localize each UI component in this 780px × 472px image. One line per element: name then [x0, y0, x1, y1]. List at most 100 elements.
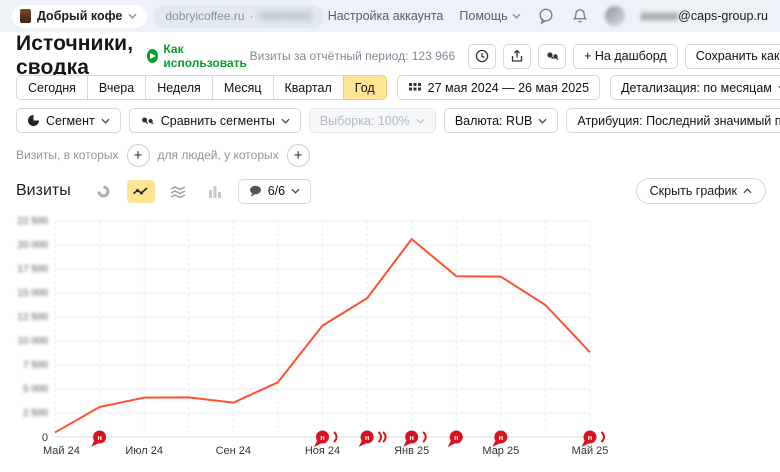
- coffee-logo-icon: [20, 9, 31, 23]
- svg-text:Май 24: Май 24: [43, 445, 80, 457]
- chevron-down-icon: [281, 118, 290, 124]
- detalization-dropdown[interactable]: Детализация: по месяцам: [610, 75, 780, 100]
- svg-text:Сен 24: Сен 24: [216, 445, 251, 457]
- sampling-dropdown: Выборка: 100%: [309, 108, 436, 133]
- svg-text:17 500: 17 500: [17, 264, 48, 275]
- svg-text:5 000: 5 000: [23, 384, 48, 395]
- user-email-masked: xxxxxx: [641, 9, 679, 23]
- comment-icon: [249, 185, 262, 197]
- compare-segments-dropdown[interactable]: Сравнить сегменты: [129, 108, 301, 133]
- svg-text:н: н: [454, 433, 459, 442]
- yandex-metrica-page: Добрый кофе dobryicoffee.ru · 00000000 Н…: [0, 0, 780, 472]
- header-actions: Визиты за отчётный период: 123 966 + На …: [250, 44, 780, 69]
- chevron-down-icon: [291, 188, 300, 194]
- columns-chart-icon: [208, 185, 222, 198]
- user-email[interactable]: xxxxxx @caps-group.ru: [641, 9, 768, 23]
- line-chart-icon: [132, 185, 149, 197]
- export-button[interactable]: [503, 44, 531, 69]
- add-user-condition-button[interactable]: +: [287, 144, 310, 167]
- chat-icon[interactable]: [537, 7, 555, 25]
- counter-domain: dobryicoffee.ru: [165, 9, 244, 23]
- history-button[interactable]: [468, 44, 496, 69]
- svg-text:22 500: 22 500: [17, 216, 48, 227]
- attribution-dropdown[interactable]: Атрибуция: Последний значимый переход кд: [566, 108, 780, 133]
- counter-switcher[interactable]: Добрый кофе: [12, 5, 147, 28]
- user-avatar[interactable]: [605, 6, 625, 26]
- counter-id-masked: 00000000: [259, 9, 312, 23]
- segment-builder-row: Визиты, в которых + для людей, у которых…: [16, 143, 766, 167]
- add-visit-condition-button[interactable]: +: [127, 144, 150, 167]
- chevron-up-icon: [743, 188, 752, 194]
- period-segmented-control: Сегодня Вчера Неделя Месяц Квартал Год: [16, 75, 387, 100]
- account-settings-link[interactable]: Настройка аккаунта: [328, 9, 444, 23]
- bell-icon[interactable]: [571, 7, 589, 25]
- annotation-marker: н: [448, 431, 463, 448]
- add-to-dashboard-button[interactable]: + На дашборд: [573, 44, 678, 69]
- period-quarter[interactable]: Квартал: [273, 75, 344, 100]
- visits-line-chart[interactable]: 2 500 5 000 7 500 10 000 12 500 15 000 17 500 2…: [0, 200, 780, 472]
- segment-row: Сегмент Сравнить сегменты Выборка: 100% …: [16, 108, 766, 133]
- report-header: Источники, сводка Как использовать Визит…: [16, 42, 766, 70]
- date-range-button[interactable]: 27 мая 2024 — 26 мая 2025: [397, 75, 600, 100]
- chevron-down-icon: [416, 118, 425, 124]
- metric-title: Визиты: [16, 182, 71, 200]
- annotation-marker: н: [359, 431, 386, 448]
- period-today[interactable]: Сегодня: [16, 75, 88, 100]
- calendar-icon: [408, 81, 422, 94]
- visits-condition-label: Визиты, в которых: [16, 148, 119, 162]
- svg-text:15 000: 15 000: [17, 288, 48, 299]
- svg-text:12 500: 12 500: [17, 312, 48, 323]
- svg-text:10 000: 10 000: [17, 336, 48, 347]
- svg-text:н: н: [365, 433, 370, 442]
- pie-segment-icon: [27, 114, 40, 127]
- chevron-down-icon: [538, 118, 547, 124]
- svg-text:2 500: 2 500: [23, 408, 48, 419]
- svg-text:н: н: [499, 433, 504, 442]
- annotation-marker: н: [91, 431, 106, 448]
- svg-text:7 500: 7 500: [23, 360, 48, 371]
- svg-text:н: н: [97, 433, 102, 442]
- svg-text:Май 25: Май 25: [572, 445, 609, 457]
- users-condition-label: для людей, у которых: [158, 148, 279, 162]
- visits-total: Визиты за отчётный период: 123 966: [250, 49, 456, 63]
- topbar: Добрый кофе dobryicoffee.ru · 00000000 Н…: [0, 0, 780, 32]
- counter-domain-pill[interactable]: dobryicoffee.ru · 00000000: [153, 5, 324, 28]
- user-email-domain: @caps-group.ru: [678, 9, 768, 23]
- period-yesterday[interactable]: Вчера: [87, 75, 146, 100]
- counter-name: Добрый кофе: [37, 9, 122, 23]
- chart-area: 2 500 5 000 7 500 10 000 12 500 15 000 17 500 2…: [0, 200, 780, 472]
- page-title: Источники, сводка: [16, 32, 133, 80]
- clock-icon: [475, 49, 489, 63]
- currency-dropdown[interactable]: Валюта: RUB: [444, 108, 559, 133]
- period-week[interactable]: Неделя: [145, 75, 213, 100]
- help-menu[interactable]: Помощь: [459, 9, 520, 23]
- svg-text:н: н: [588, 433, 593, 442]
- period-row: Сегодня Вчера Неделя Месяц Квартал Год 2…: [16, 75, 766, 100]
- play-icon: [147, 49, 158, 63]
- save-as-button[interactable]: Сохранить как: [685, 44, 780, 69]
- dot-separator: ·: [250, 9, 254, 23]
- svg-text:Июл 24: Июл 24: [125, 445, 163, 457]
- svg-text:0: 0: [42, 432, 48, 444]
- segment-dropdown[interactable]: Сегмент: [16, 108, 121, 133]
- compare-button[interactable]: [538, 44, 566, 69]
- period-year[interactable]: Год: [343, 75, 387, 100]
- svg-text:Мар 25: Мар 25: [482, 445, 519, 457]
- svg-text:н: н: [409, 433, 414, 442]
- svg-text:Янв 25: Янв 25: [394, 445, 429, 457]
- svg-text:20 000: 20 000: [17, 240, 48, 251]
- date-range-value: 27 мая 2024 — 26 мая 2025: [428, 81, 589, 95]
- period-month[interactable]: Месяц: [212, 75, 274, 100]
- donut-chart-icon: [96, 184, 111, 199]
- topbar-right: Настройка аккаунта Помощь xxxxxx @caps-g…: [328, 6, 768, 26]
- chevron-down-icon: [512, 13, 521, 19]
- svg-text:н: н: [320, 433, 325, 442]
- chevron-down-icon: [101, 118, 110, 124]
- chevron-down-icon: [128, 13, 137, 19]
- compare-segments-icon: [140, 114, 155, 127]
- comments-count: 6/6: [268, 184, 285, 198]
- svg-text:Ноя 24: Ноя 24: [305, 445, 340, 457]
- export-icon: [510, 49, 524, 63]
- how-to-use-link[interactable]: Как использовать: [147, 42, 249, 70]
- drops-icon: [545, 49, 560, 63]
